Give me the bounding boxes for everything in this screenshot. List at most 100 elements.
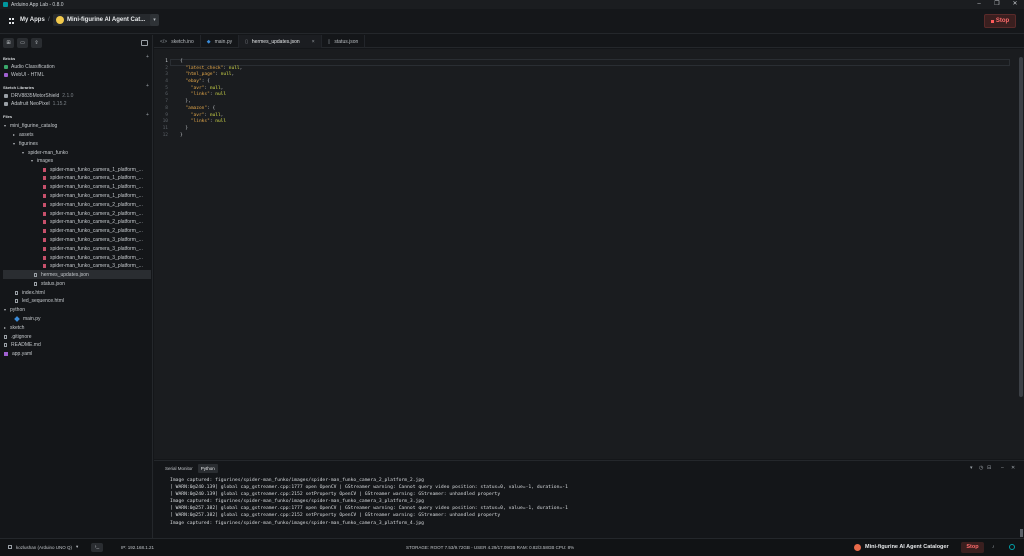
- stop-icon: [990, 19, 994, 23]
- globe-icon[interactable]: [1009, 544, 1015, 550]
- code-editor[interactable]: 1 2 3 4 5 6 7 8 9 10 11 12 { "latest_check": null, …: [154, 49, 1024, 459]
- files-title: Files: [3, 114, 13, 119]
- stop-button[interactable]: Stop: [961, 542, 984, 553]
- minimize-panel-icon[interactable]: –: [1001, 465, 1004, 471]
- close-window-button[interactable]: ✕: [1006, 0, 1024, 9]
- code-token: : {: [207, 105, 216, 111]
- breadcrumb-separator: /: [48, 17, 50, 23]
- tree-folder-sketch[interactable]: ▸ sketch: [4, 323, 24, 332]
- panel-tabs: Serial Monitor Python: [162, 464, 220, 473]
- tree-file-image[interactable]: spider-man_funko_camera_1_platform_...: [43, 165, 143, 174]
- my-apps-link[interactable]: My Apps: [20, 17, 45, 23]
- panel-scrollbar[interactable]: [1020, 529, 1023, 537]
- app-header: My Apps / Mini-figurine AI Agent Cat... …: [0, 9, 1024, 34]
- console-log[interactable]: Image captured: figurines/spider-man_fun…: [170, 477, 1016, 533]
- tree-file-image[interactable]: spider-man_funko_camera_3_platform_...: [43, 235, 143, 244]
- tree-folder-figurines[interactable]: ▾ figurines: [13, 139, 38, 148]
- tree-file-appyaml[interactable]: app.yaml: [4, 349, 32, 358]
- json-file-icon: [34, 272, 37, 277]
- add-file-icon[interactable]: +: [146, 112, 149, 118]
- tree-file-status[interactable]: status.json: [34, 279, 65, 288]
- image-file-icon: [43, 202, 46, 207]
- close-icon[interactable]: ×: [312, 39, 315, 45]
- tree-file-readme[interactable]: README.md: [4, 340, 41, 349]
- code-line: "links": null: [180, 119, 242, 126]
- tree-folder-assets[interactable]: ▸ assets: [13, 130, 33, 139]
- chevron-down-icon[interactable]: ▾: [76, 544, 78, 550]
- tree-folder-root[interactable]: ▾ mini_figurine_catalog: [4, 121, 57, 130]
- code-token: ,: [220, 112, 224, 118]
- bricks-title: Bricks: [3, 56, 16, 61]
- tree-file-image[interactable]: spider-man_funko_camera_2_platform_...: [43, 218, 143, 227]
- add-library-icon[interactable]: +: [146, 83, 149, 89]
- device-name[interactable]: kozlushan (Arduino UNO Q): [16, 545, 72, 550]
- status-bar: kozlushan (Arduino UNO Q) ▾ ›_ IP: 192.1…: [0, 538, 1024, 556]
- close-panel-icon[interactable]: ✕: [1011, 465, 1015, 471]
- tree-file-image[interactable]: spider-man_funko_camera_2_platform_...: [43, 227, 143, 236]
- add-brick-icon[interactable]: +: [146, 54, 149, 60]
- window-controls: – ❐ ✕: [970, 0, 1024, 9]
- collapse-sidebar-icon[interactable]: [141, 40, 148, 46]
- tree-file-image[interactable]: spider-man_funko_camera_3_platform_...: [43, 244, 143, 253]
- apps-grid-icon[interactable]: [9, 18, 15, 24]
- tree-folder-images[interactable]: ▾ images: [31, 156, 53, 165]
- app-emoji-icon: [854, 544, 861, 551]
- split-icon[interactable]: ⊟: [987, 465, 991, 471]
- brick-icon: [4, 65, 8, 69]
- image-file-icon: [43, 185, 46, 190]
- chevron-down-icon[interactable]: ▾: [150, 14, 159, 26]
- app-name: Mini-figurine AI Agent Cat...: [67, 17, 146, 23]
- tree-file-image[interactable]: spider-man_funko_camera_1_platform_...: [43, 191, 143, 200]
- library-icon: [4, 94, 8, 98]
- file-icon: ▯: [327, 38, 331, 45]
- tab-status-json[interactable]: ▯ status.json: [322, 35, 366, 48]
- tab-python[interactable]: Python: [197, 464, 218, 473]
- tree-file-hermes[interactable]: hermes_updates.json: [3, 270, 151, 279]
- tree-folder-python[interactable]: ▾ python: [4, 305, 25, 314]
- code-token: ,: [239, 65, 243, 71]
- editor-scrollbar[interactable]: [1019, 57, 1023, 397]
- library-icon: [4, 102, 8, 106]
- tree-file-image[interactable]: spider-man_funko_camera_2_platform_...: [43, 209, 143, 218]
- board-icon: [8, 545, 12, 549]
- brick-item[interactable]: WebUI - HTML: [4, 71, 44, 79]
- tab-hermes-updates-json[interactable]: ▯ hermes_updates.json ×: [239, 35, 322, 48]
- tree-file-image[interactable]: spider-man_funko_camera_2_platform_...: [43, 200, 143, 209]
- file-icon: ▯: [245, 38, 248, 45]
- upload-file-icon[interactable]: ⇪: [31, 38, 42, 48]
- tree-file-image[interactable]: spider-man_funko_camera_1_platform_...: [43, 174, 143, 183]
- tree-file-image[interactable]: spider-man_funko_camera_1_platform_...: [43, 183, 143, 192]
- new-file-icon[interactable]: ⊞: [3, 38, 14, 48]
- tree-file-image[interactable]: spider-man_funko_camera_3_platform_...: [43, 253, 143, 262]
- code-token: "amazon": [185, 105, 208, 111]
- tab-sketch-ino[interactable]: </> sketch.ino: [154, 35, 201, 48]
- stop-app-button[interactable]: Stop: [984, 14, 1016, 28]
- line-number: 7: [165, 99, 168, 105]
- brick-item[interactable]: Audio Classification: [4, 63, 55, 71]
- tab-serial-monitor[interactable]: Serial Monitor: [162, 464, 196, 473]
- bell-icon[interactable]: ♪: [992, 544, 995, 550]
- log-line: Image captured: figurines/spider-man_fun…: [170, 520, 424, 526]
- code-content[interactable]: { "latest_check": null, "html_page": nul…: [180, 59, 242, 139]
- code-token: null: [215, 119, 227, 125]
- tree-file-led[interactable]: led_sequence.html: [15, 296, 64, 305]
- code-token: "ebay": [185, 79, 202, 85]
- json-file-icon: [34, 281, 37, 286]
- clock-icon[interactable]: ◷: [979, 465, 983, 471]
- code-line: },: [180, 99, 242, 106]
- editor-tabs: </> sketch.ino ◆ main.py ▯ hermes_updates.j…: [154, 35, 1024, 48]
- tab-main-py[interactable]: ◆ main.py: [201, 35, 240, 48]
- new-folder-icon[interactable]: ▭: [17, 38, 28, 48]
- log-line: Image captured: figurines/spider-man_fun…: [170, 478, 424, 483]
- arduino-app-icon: [3, 2, 8, 7]
- code-token: null: [228, 65, 240, 71]
- minimize-button[interactable]: –: [970, 0, 988, 9]
- library-item[interactable]: Adafruit NeoPixel 1.15.2: [4, 100, 67, 108]
- maximize-button[interactable]: ❐: [988, 0, 1006, 9]
- app-selector[interactable]: Mini-figurine AI Agent Cat...: [53, 14, 159, 26]
- code-line: {: [180, 59, 242, 66]
- panel-dropdown-icon[interactable]: ▾: [970, 465, 973, 471]
- library-item[interactable]: DRV8835MotorShield 2.1.0: [4, 92, 73, 100]
- tree-file-mainpy[interactable]: main.py: [14, 314, 41, 323]
- terminal-icon[interactable]: ›_: [91, 543, 103, 552]
